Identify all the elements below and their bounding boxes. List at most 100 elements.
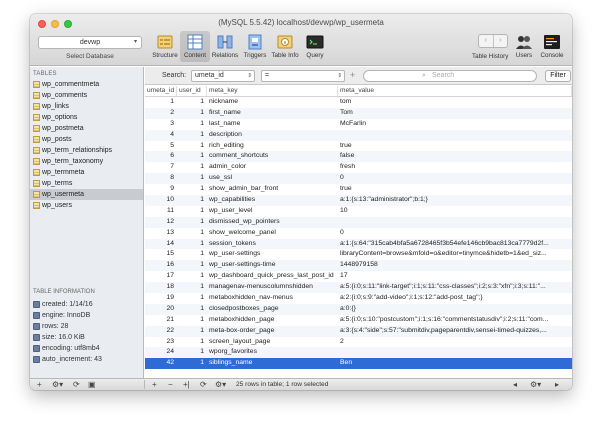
cell-user-id[interactable]: 1 (177, 282, 207, 293)
previous-page-button[interactable]: ◂ (513, 379, 517, 390)
sidebar-item-wp-termmeta[interactable]: wp_termmeta (30, 167, 143, 178)
cell-user-id[interactable]: 1 (177, 326, 207, 337)
database-select[interactable]: devwp ▾ (38, 36, 142, 49)
cell-meta-key[interactable]: wp_user-settings (207, 249, 338, 260)
cell-user-id[interactable]: 1 (177, 206, 207, 217)
table-row[interactable]: 12 1 dismissed_wp_pointers (145, 216, 572, 228)
cell-user-id[interactable]: 1 (177, 228, 207, 239)
cell-umeta-id[interactable]: 5 (145, 141, 177, 152)
sidebar-item-wp-options[interactable]: wp_options (30, 112, 143, 123)
cell-umeta-id[interactable]: 17 (145, 271, 177, 282)
cell-meta-key[interactable]: nickname (207, 97, 338, 108)
cell-umeta-id[interactable]: 1 (145, 97, 177, 108)
cell-meta-value[interactable]: false (338, 151, 572, 162)
table-row[interactable]: 8 1 use_ssl 0 (145, 173, 572, 185)
cell-umeta-id[interactable]: 21 (145, 315, 177, 326)
cell-meta-value[interactable]: 0 (338, 173, 572, 184)
table-row[interactable]: 42 1 siblings_name Ben (145, 358, 572, 370)
table-row[interactable]: 16 1 wp_user-settings-time 1448979158 (145, 260, 572, 272)
cell-user-id[interactable]: 1 (177, 184, 207, 195)
cell-meta-key[interactable]: wp_user-settings-time (207, 260, 338, 271)
cell-umeta-id[interactable]: 11 (145, 206, 177, 217)
cell-umeta-id[interactable]: 19 (145, 293, 177, 304)
cell-umeta-id[interactable]: 15 (145, 249, 177, 260)
table-row[interactable]: 5 1 rich_editing true (145, 141, 572, 152)
cell-meta-value[interactable] (338, 130, 572, 141)
cell-meta-key[interactable]: wp_capabilities (207, 195, 338, 206)
column-header-umeta-id[interactable]: umeta_id (145, 86, 177, 96)
cell-umeta-id[interactable]: 18 (145, 282, 177, 293)
cell-meta-value[interactable]: Ben (338, 358, 572, 369)
table-row[interactable]: 21 1 metaboxhidden_page a:5:{i:0;s:10:"post… (145, 315, 572, 326)
sidebar-item-wp-commentmeta[interactable]: wp_commentmeta (30, 79, 143, 90)
cell-meta-key[interactable]: admin_color (207, 162, 338, 173)
cell-meta-key[interactable]: first_name (207, 108, 338, 119)
cell-meta-value[interactable]: a:3:{s:4:"side";s:57:"submitdiv,pagepare… (338, 326, 572, 337)
forward-button[interactable]: › (494, 35, 508, 47)
cell-meta-key[interactable]: siblings_name (207, 358, 338, 369)
table-row[interactable]: 24 1 wporg_favorites (145, 347, 572, 359)
cell-meta-value[interactable]: a:1:{s:13:"administrator";b:1;} (338, 195, 572, 206)
cell-user-id[interactable]: 1 (177, 97, 207, 108)
table-row[interactable]: 10 1 wp_capabilities a:1:{s:13:"administrat… (145, 195, 572, 206)
refresh-tables-button[interactable]: ⟳ (73, 379, 80, 390)
cell-umeta-id[interactable]: 16 (145, 260, 177, 271)
duplicate-row-button[interactable]: +| (183, 379, 190, 390)
cell-umeta-id[interactable]: 14 (145, 239, 177, 250)
cell-meta-value[interactable] (338, 347, 572, 358)
cell-umeta-id[interactable]: 8 (145, 173, 177, 184)
cell-meta-value[interactable]: Tom (338, 108, 572, 119)
cell-meta-key[interactable]: use_ssl (207, 173, 338, 184)
column-header-user-id[interactable]: user_id (177, 86, 207, 96)
cell-meta-key[interactable]: closedpostboxes_page (207, 304, 338, 315)
query-tab[interactable]: Query (300, 33, 330, 59)
cell-umeta-id[interactable]: 24 (145, 347, 177, 358)
back-button[interactable]: ‹ (479, 35, 494, 47)
cell-meta-value[interactable]: fresh (338, 162, 572, 173)
cell-meta-key[interactable]: wp_dashboard_quick_press_last_post_id (207, 271, 338, 282)
cell-meta-key[interactable]: description (207, 130, 338, 141)
table-row[interactable]: 1 1 nickname tom (145, 97, 572, 108)
sidebar-item-wp-term-relationships[interactable]: wp_term_relationships (30, 145, 143, 156)
sidebar-item-wp-usermeta[interactable]: wp_usermeta (30, 189, 143, 200)
cell-user-id[interactable]: 1 (177, 293, 207, 304)
cell-meta-key[interactable]: metaboxhidden_nav-menus (207, 293, 338, 304)
cell-umeta-id[interactable]: 20 (145, 304, 177, 315)
table-row[interactable]: 23 1 screen_layout_page 2 (145, 337, 572, 348)
cell-user-id[interactable]: 1 (177, 315, 207, 326)
cell-meta-value[interactable]: McFarlin (338, 119, 572, 130)
table-actions-button[interactable]: ⚙▾ (52, 379, 63, 390)
filter-operator-select[interactable]: = ⇕ (261, 70, 345, 82)
cell-meta-key[interactable]: last_name (207, 119, 338, 130)
column-header-meta-key[interactable]: meta_key (207, 86, 338, 96)
cell-meta-value[interactable]: true (338, 184, 572, 195)
add-table-button[interactable]: + (37, 379, 42, 390)
cell-umeta-id[interactable]: 13 (145, 228, 177, 239)
cell-user-id[interactable]: 1 (177, 347, 207, 358)
table-row[interactable]: 4 1 description (145, 129, 572, 141)
sidebar-item-wp-term-taxonomy[interactable]: wp_term_taxonomy (30, 156, 143, 167)
cell-umeta-id[interactable]: 12 (145, 217, 177, 228)
cell-meta-value[interactable]: libraryContent=browse&mfold=o&editor=tin… (338, 249, 572, 260)
delete-row-button[interactable]: − (168, 379, 173, 390)
cell-user-id[interactable]: 1 (177, 239, 207, 250)
cell-meta-value[interactable]: a:2:{i:0;s:9:"add-video";i:1;s:12:"add-p… (338, 293, 572, 304)
cell-user-id[interactable]: 1 (177, 358, 207, 369)
users-button[interactable]: Users (514, 33, 534, 59)
column-header-meta-value[interactable]: meta_value (338, 86, 572, 96)
table-row[interactable]: 7 1 admin_color fresh (145, 162, 572, 173)
table-row[interactable]: 13 1 show_welcome_panel 0 (145, 228, 572, 239)
table-row[interactable]: 11 1 wp_user_level 10 (145, 206, 572, 217)
cell-umeta-id[interactable]: 4 (145, 130, 177, 141)
cell-meta-value[interactable]: a:5:{i:0;s:10:"postcustom";i:1;s:16:"com… (338, 315, 572, 326)
table-row[interactable]: 18 1 managenav-menuscolumnshidden a:5:{i:0;… (145, 282, 572, 294)
table-row[interactable]: 15 1 wp_user-settings libraryContent=browse… (145, 249, 572, 260)
table-row[interactable]: 19 1 metaboxhidden_nav-menus a:2:{i:0;s:9:"… (145, 293, 572, 304)
cell-user-id[interactable]: 1 (177, 249, 207, 260)
cell-umeta-id[interactable]: 6 (145, 151, 177, 162)
cell-meta-key[interactable]: show_admin_bar_front (207, 184, 338, 195)
cell-umeta-id[interactable]: 7 (145, 162, 177, 173)
cell-meta-key[interactable]: managenav-menuscolumnshidden (207, 282, 338, 293)
cell-meta-key[interactable]: session_tokens (207, 239, 338, 250)
cell-meta-value[interactable]: 10 (338, 206, 572, 217)
